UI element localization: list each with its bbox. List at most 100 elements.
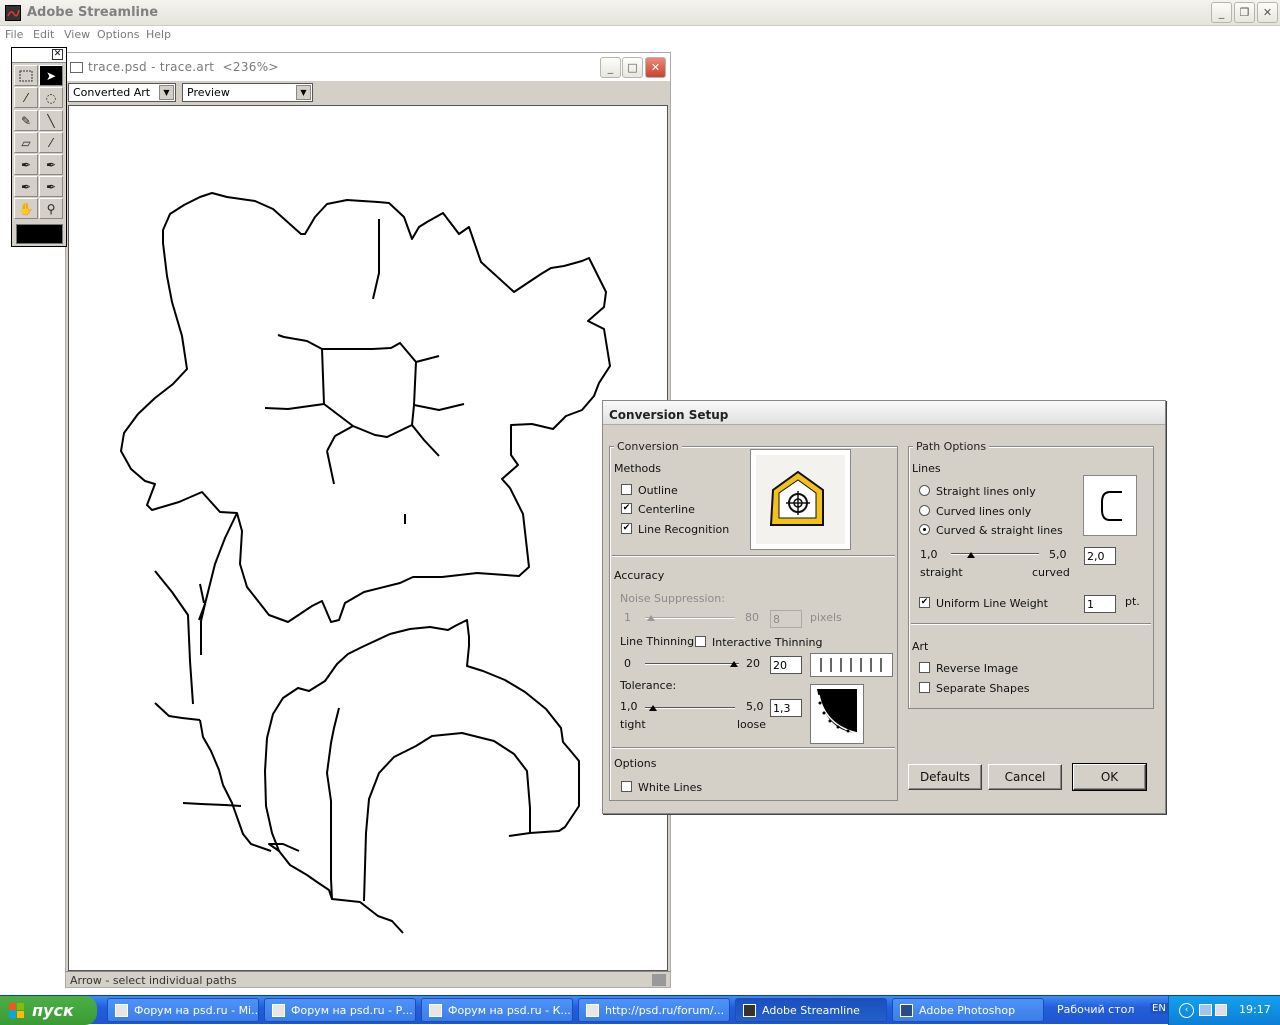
arrow-tool-icon[interactable]: ➤	[39, 65, 63, 86]
start-button[interactable]: пуск	[0, 996, 97, 1025]
taskbar-item-active[interactable]: Adobe Streamline	[735, 998, 887, 1022]
line-recognition-checkbox[interactable]: ✔	[621, 523, 632, 534]
eraser-tool-icon[interactable]: ▱	[14, 132, 38, 153]
color-swatch[interactable]	[16, 224, 63, 244]
add-anchor-tool-icon[interactable]: ✒	[14, 176, 38, 197]
display-mode-select[interactable]: Preview ▼	[182, 83, 313, 102]
document-titlebar[interactable]: trace.psd - trace.art <236%> _ □ ✕	[66, 53, 670, 81]
accuracy-label: Accuracy	[614, 569, 665, 582]
tol-min-sub-label: tight	[620, 718, 646, 731]
network-icon[interactable]	[1199, 1004, 1212, 1016]
tolerance-slider[interactable]	[645, 707, 735, 709]
close-button[interactable]: ✕	[1257, 2, 1278, 23]
menu-help[interactable]: Help	[146, 28, 171, 41]
marquee-tool-icon[interactable]	[14, 65, 38, 86]
noise-suppression-field[interactable]: 8	[770, 610, 802, 628]
language-indicator[interactable]: EN	[1150, 1003, 1168, 1014]
line-weight-field[interactable]: 1	[1084, 595, 1116, 613]
curved-lines-radio[interactable]	[919, 505, 930, 516]
doc-close-button[interactable]: ✕	[645, 57, 666, 78]
flower-center-path	[321, 342, 417, 438]
toolbox-header[interactable]: ✕	[12, 48, 66, 63]
toolbox-close-icon[interactable]: ✕	[52, 49, 63, 60]
noise-suppression-slider[interactable]	[645, 617, 735, 619]
resize-grip[interactable]	[652, 974, 666, 986]
taskbar-item[interactable]: http://psd.ru/forum/...	[578, 998, 730, 1022]
document-toolbar: Converted Art ▼ Preview ▼	[66, 81, 670, 103]
taskbar-item-label: http://psd.ru/forum/...	[605, 1004, 725, 1017]
hand-tool-icon[interactable]: ✋	[14, 198, 38, 219]
doc-maximize-button[interactable]: □	[622, 57, 643, 78]
noise-min-label: 1	[624, 611, 631, 624]
outline-label: Outline	[638, 484, 678, 497]
tolerance-field[interactable]: 1,3	[770, 699, 802, 717]
noise-suppression-thumb[interactable]	[647, 615, 655, 621]
curved-straight-radio[interactable]	[919, 524, 930, 535]
magic-wand-tool-icon[interactable]: ⁄	[14, 87, 38, 108]
minimize-button[interactable]: _	[1211, 2, 1232, 23]
doc-minimize-button[interactable]: _	[600, 57, 621, 78]
pen-tool-icon[interactable]: ✒	[14, 154, 38, 175]
taskbar-item[interactable]: Форум на psd.ru - К...	[421, 998, 573, 1022]
desktop-toolbar-label[interactable]: Рабочий стол	[1057, 1003, 1134, 1016]
taskbar-item-label: Adobe Photoshop	[919, 1004, 1016, 1017]
straight-lines-radio[interactable]	[919, 485, 930, 496]
menubar: File Edit View Options Help	[0, 26, 1280, 44]
line-tool-icon[interactable]: ╲	[39, 110, 63, 131]
delete-anchor-tool-icon[interactable]: ✒	[39, 176, 63, 197]
uniform-weight-checkbox[interactable]: ✔	[919, 597, 930, 608]
taskbar-item[interactable]: Adobe Photoshop	[892, 998, 1044, 1022]
pen-anchor-tool-icon[interactable]: ✒	[39, 154, 63, 175]
curve-fit-field[interactable]: 2,0	[1084, 547, 1116, 565]
curved-straight-label: Curved & straight lines	[936, 524, 1063, 537]
line-thinning-slider[interactable]	[645, 663, 739, 665]
menu-edit[interactable]: Edit	[33, 28, 54, 41]
curve-preview-icon	[1083, 475, 1137, 536]
curve-min-label: 1,0	[920, 548, 938, 561]
taskbar-item[interactable]: Форум на psd.ru - Р...	[264, 998, 416, 1022]
ok-button[interactable]: OK	[1072, 763, 1147, 791]
lasso-tool-icon[interactable]: ◌	[39, 87, 63, 108]
chevron-down-icon: ▼	[159, 85, 174, 100]
dialog-title: Conversion Setup	[609, 408, 729, 422]
eyedropper-tool-icon[interactable]: ⁄	[39, 132, 63, 153]
curve-fit-thumb[interactable]	[967, 552, 975, 558]
tolerance-thumb[interactable]	[649, 705, 657, 711]
line-thinning-field[interactable]: 20	[770, 656, 802, 674]
reverse-image-checkbox[interactable]	[919, 662, 930, 673]
cancel-button[interactable]: Cancel	[988, 764, 1062, 790]
menu-options[interactable]: Options	[97, 28, 139, 41]
interactive-thinning-checkbox[interactable]	[695, 636, 706, 647]
restore-button[interactable]: ❐	[1234, 2, 1255, 23]
system-tray: ‹ 19:17	[1168, 996, 1280, 1025]
menu-file[interactable]: File	[5, 28, 23, 41]
zoom-tool-icon[interactable]: ⚲	[39, 198, 63, 219]
taskbar-item-label: Форум на psd.ru - Р...	[291, 1004, 413, 1017]
petal-line-1	[372, 219, 380, 300]
dialog-titlebar[interactable]: Conversion Setup	[603, 401, 1165, 425]
centerline-label: Centerline	[638, 503, 695, 516]
taskbar-item-label: Форум на psd.ru - К...	[448, 1004, 571, 1017]
curve-fit-slider[interactable]	[951, 553, 1039, 555]
defaults-button[interactable]: Defaults	[908, 764, 982, 790]
taskbar-item[interactable]: Форум на psd.ru - Mi...	[107, 998, 259, 1022]
browser-icon	[115, 1004, 128, 1017]
line-thinning-thumb[interactable]	[730, 661, 738, 667]
white-lines-checkbox[interactable]	[621, 781, 632, 792]
curved-lines-label: Curved lines only	[936, 505, 1032, 518]
outline-checkbox[interactable]	[621, 484, 632, 495]
volume-icon[interactable]	[1215, 1004, 1227, 1016]
menu-view[interactable]: View	[64, 28, 90, 41]
artwork-canvas[interactable]	[68, 105, 668, 971]
separate-shapes-checkbox[interactable]	[919, 682, 930, 693]
methods-label: Methods	[614, 462, 661, 475]
browser-icon	[429, 1004, 442, 1017]
clock[interactable]: 19:17	[1239, 1003, 1271, 1016]
status-text: Arrow - select individual paths	[70, 974, 237, 987]
tray-expand-icon[interactable]: ‹	[1179, 1003, 1194, 1018]
pencil-tool-icon[interactable]: ✎	[14, 110, 38, 131]
view-mode-select[interactable]: Converted Art ▼	[68, 83, 176, 102]
centerline-checkbox[interactable]: ✔	[621, 503, 632, 514]
taskbar: пуск Форум на psd.ru - Mi... Форум на ps…	[0, 995, 1280, 1025]
path-options-group-label: Path Options	[913, 440, 990, 453]
